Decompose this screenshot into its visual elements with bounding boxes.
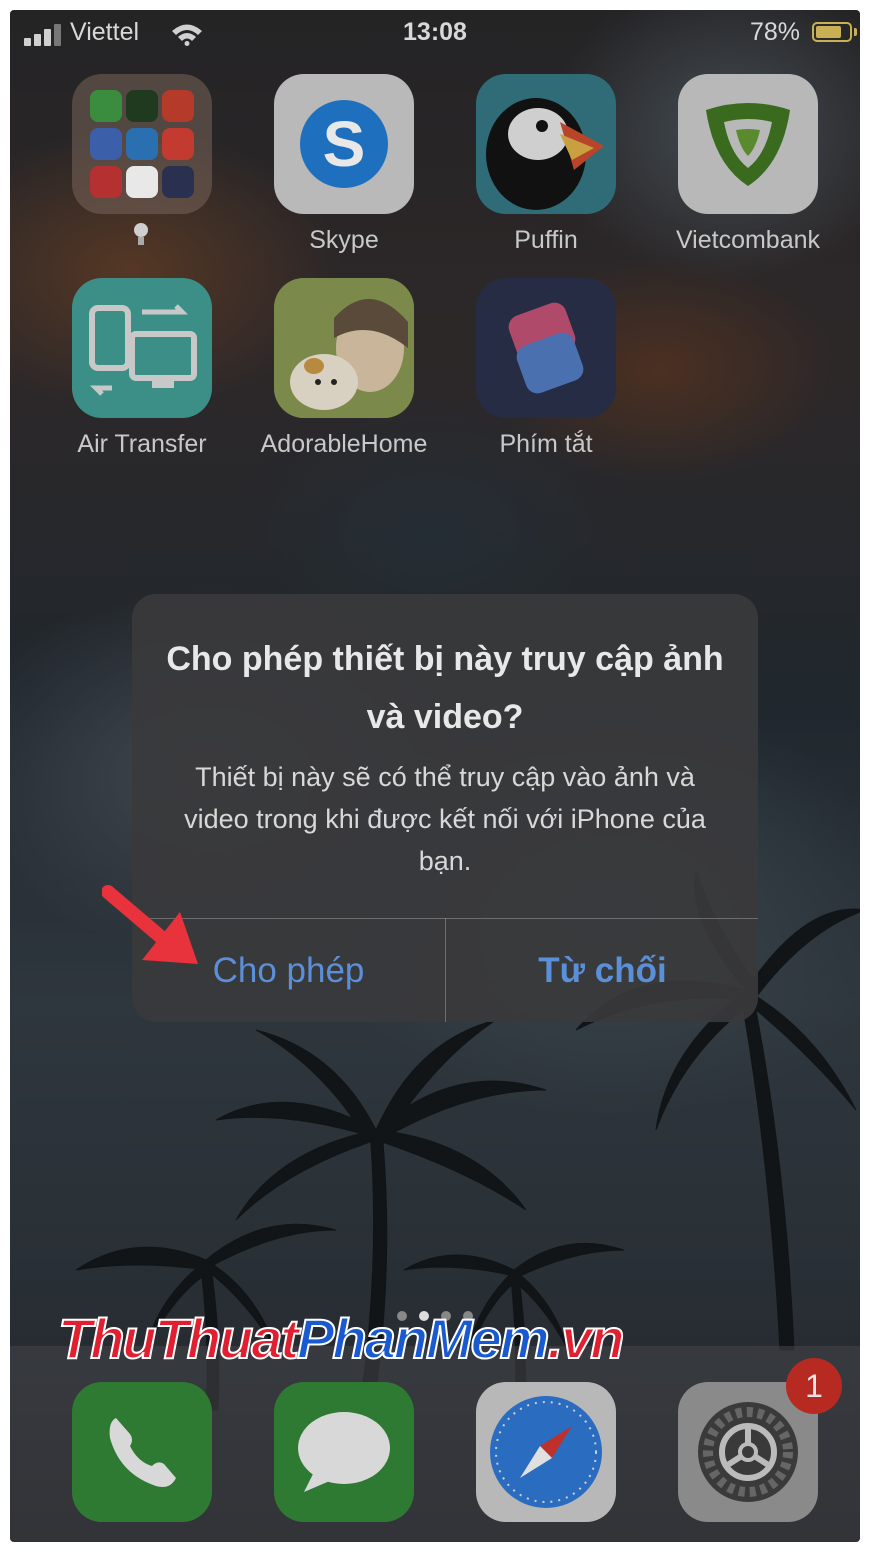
skype-app[interactable]: S	[274, 74, 414, 214]
svg-text:S: S	[323, 108, 366, 180]
puffin-app[interactable]	[476, 74, 616, 214]
battery-tip	[854, 28, 857, 36]
messages-icon	[298, 1412, 390, 1492]
battery-percent: 78%	[750, 18, 801, 46]
watermark-part3: .vn	[547, 1306, 626, 1371]
vietcombank-app[interactable]	[678, 74, 818, 214]
adorable-home-app[interactable]	[274, 278, 414, 418]
app-label-vietcombank: Vietcombank	[675, 226, 821, 254]
phone-app[interactable]	[72, 1382, 212, 1522]
app-folder[interactable]	[72, 74, 212, 214]
air-transfer-app[interactable]	[72, 278, 212, 418]
app-label-skype: Skype	[309, 226, 379, 254]
watermark: ThuThuatPhanMem.vn	[57, 1306, 626, 1371]
settings-badge: 1	[786, 1358, 842, 1414]
status-bar: Viettel 13:08 78%	[10, 10, 860, 56]
messages-app[interactable]	[274, 1382, 414, 1522]
puffin-icon	[486, 98, 604, 210]
safari-icon	[490, 1396, 602, 1508]
adorable-home-icon	[274, 278, 414, 418]
app-label-puffin: Puffin	[514, 226, 578, 254]
alert-message: Thiết bị này sẽ có thể truy cập vào ảnh …	[184, 762, 706, 876]
air-transfer-icon	[89, 304, 197, 396]
annotation-arrow-icon	[102, 885, 198, 964]
watermark-part2: PhanMem	[296, 1306, 550, 1371]
lightbulb-icon	[134, 223, 148, 245]
safari-app[interactable]	[476, 1382, 616, 1522]
shortcuts-icon	[508, 302, 584, 394]
app-label-adorable-home: AdorableHome	[260, 430, 428, 458]
alert-title: Cho phép thiết bị này truy cập ảnh và vi…	[166, 640, 724, 736]
vietcombank-icon	[706, 103, 790, 186]
clock: 13:08	[403, 18, 467, 46]
phone-icon	[109, 1418, 176, 1487]
app-label-air-transfer: Air Transfer	[77, 430, 207, 458]
shortcuts-app[interactable]	[476, 278, 616, 418]
home-screen: Viettel 13:08 78% S Skype Puffin Vietcom…	[10, 10, 860, 1542]
app-label-shortcuts: Phím tắt	[499, 430, 593, 458]
skype-icon: S	[300, 100, 388, 188]
watermark-part1: ThuThuat	[57, 1306, 300, 1371]
permission-alert: Cho phép thiết bị này truy cập ảnh và vi…	[132, 594, 758, 1022]
battery-icon	[812, 22, 852, 42]
deny-button[interactable]: Từ chối	[446, 919, 758, 1022]
